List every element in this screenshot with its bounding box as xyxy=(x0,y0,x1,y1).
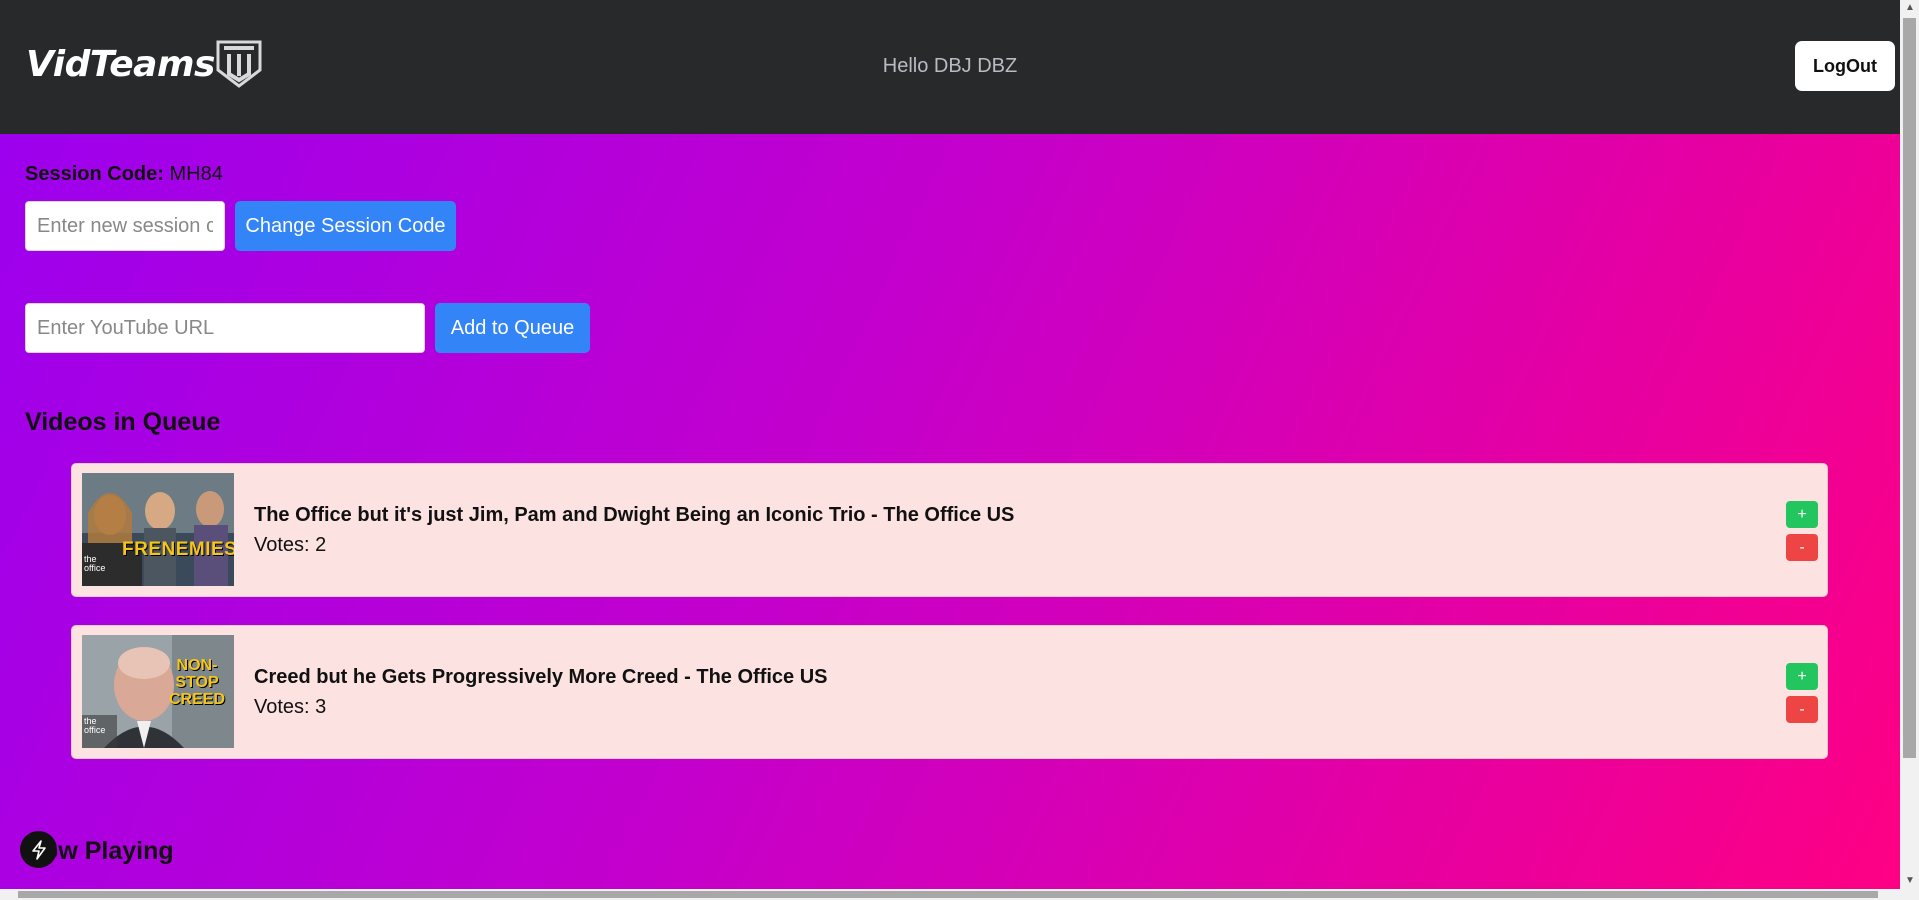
vertical-scroll-thumb[interactable] xyxy=(1903,18,1916,758)
thumbnail-caption: FRENEMIES. xyxy=(122,539,234,560)
vertical-scrollbar[interactable]: ▲ ▼ xyxy=(1900,0,1919,900)
queue-item: FRENEMIES. the office The Office but it'… xyxy=(71,463,1828,597)
session-code-display: Session Code: MH84 xyxy=(25,163,223,186)
scroll-down-arrow-icon[interactable]: ▼ xyxy=(1905,875,1915,886)
video-title: The Office but it's just Jim, Pam and Dw… xyxy=(254,504,1015,526)
user-greeting: Hello DBJ DBZ xyxy=(882,55,1018,77)
downvote-button[interactable]: - xyxy=(1786,696,1818,723)
thumbnail-brand: the office xyxy=(84,554,106,573)
dev-tools-bolt-icon[interactable] xyxy=(20,831,57,868)
thumbnail-caption: NON-STOP CREED xyxy=(168,657,225,708)
session-code-value: MH84 xyxy=(169,163,223,185)
video-thumbnail: NON-STOP CREED the office xyxy=(82,635,234,748)
top-navbar: VidTeams Hello DBJ DBZ LogOut xyxy=(0,0,1900,134)
add-to-queue-button[interactable]: Add to Queue xyxy=(435,303,590,353)
video-votes: Votes: 2 xyxy=(254,534,327,556)
session-code-label: Session Code: xyxy=(25,163,164,185)
video-thumbnail: FRENEMIES. the office xyxy=(82,473,234,586)
thumbnail-brand: the office xyxy=(84,716,106,735)
video-title: Creed but he Gets Progressively More Cre… xyxy=(254,666,828,688)
lightning-bolt-icon xyxy=(31,839,46,860)
downvote-button[interactable]: - xyxy=(1786,534,1818,561)
horizontal-scroll-thumb[interactable] xyxy=(18,891,1878,898)
queue-item: NON-STOP CREED the office Creed but he G… xyxy=(71,625,1828,759)
scroll-up-arrow-icon[interactable]: ▲ xyxy=(1905,2,1915,13)
queue-heading: Videos in Queue xyxy=(25,408,221,436)
youtube-url-input[interactable] xyxy=(25,303,425,353)
horizontal-scrollbar[interactable] xyxy=(0,889,1900,900)
session-code-input[interactable] xyxy=(25,201,225,251)
logout-button[interactable]: LogOut xyxy=(1795,41,1895,91)
video-votes: Votes: 3 xyxy=(254,696,327,718)
upvote-button[interactable]: + xyxy=(1786,663,1818,690)
change-session-code-button[interactable]: Change Session Code xyxy=(235,201,456,251)
upvote-button[interactable]: + xyxy=(1786,501,1818,528)
